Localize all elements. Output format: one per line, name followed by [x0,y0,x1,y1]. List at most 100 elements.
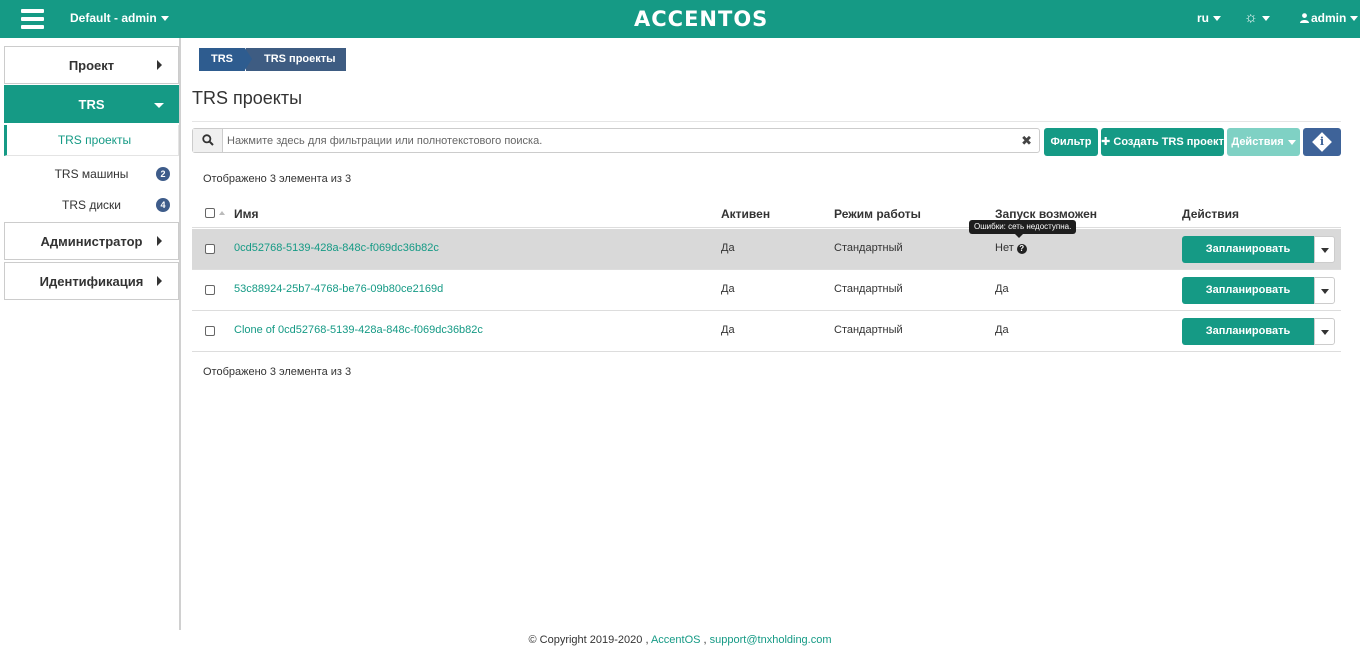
sidebar-subitem-label: TRS проекты [57,133,132,147]
mode-value: Стандартный [834,242,903,254]
filter-button[interactable]: Фильтр [1044,128,1098,156]
project-name-link[interactable]: Clone of 0cd52768-5139-428a-848c-f069dc3… [234,324,483,336]
chevron-right-icon [157,236,162,246]
plus-icon: ✚ [1101,136,1114,148]
divider [192,121,1341,122]
items-count-top: Отображено 3 элемента из 3 [203,173,352,185]
table-row: 53c88924-25b7-4768-be76-09b80ce2169d Да … [192,270,1341,323]
chevron-down-icon [1350,16,1359,22]
info-icon-glyph: i [1319,135,1325,148]
question-icon[interactable]: ? [1016,244,1027,254]
row-checkbox[interactable] [205,244,215,254]
breadcrumb: TRS TRS проекты [199,48,346,71]
error-tooltip: Ошибки: сеть недоступна. [969,220,1077,238]
user-menu[interactable]: admin [1300,11,1359,25]
language-selector[interactable]: ru [1197,11,1221,25]
chevron-down-icon [154,103,164,108]
sidebar-subitem-trs-projects[interactable]: TRS проекты [4,125,179,156]
user-name: admin [1311,11,1347,25]
launch-value: Да [995,324,1009,336]
sidebar: Проект TRS TRS проекты TRS машины 2 TRS д… [0,38,181,630]
column-header-name[interactable]: Имя [234,207,259,221]
row-checkbox[interactable] [205,326,215,336]
theme-settings[interactable]: ☼ [1244,9,1270,26]
sidebar-subitem-label: TRS диски [62,197,121,212]
copyright-text: © Copyright 2019-2020 , [528,634,649,646]
active-value: Да [721,242,735,254]
search-icon[interactable] [193,129,223,152]
column-header-active[interactable]: Активен [721,207,770,221]
count-badge: 2 [156,167,170,181]
schedule-action-button[interactable]: Запланировать действие [1182,236,1314,282]
chevron-down-icon [1321,248,1329,253]
mode-value: Стандартный [834,324,903,336]
mode-value: Стандартный [834,283,903,295]
accentos-link[interactable]: AccentOS [651,634,701,646]
clear-icon[interactable]: ✖ [1021,133,1032,149]
menu-toggle-icon[interactable] [21,9,44,29]
footer-separator: , [703,634,707,646]
count-badge: 4 [156,198,170,212]
create-button-label: Создать TRS проект [1113,136,1224,148]
schedule-action-button[interactable]: Запланировать действие [1182,277,1314,323]
chevron-down-icon [1213,16,1221,22]
items-count-bottom: Отображено 3 элемента из 3 [203,366,352,378]
brand-logo: ACCENTOS [634,7,769,31]
info-button[interactable]: i [1303,128,1341,156]
top-navbar: Default - admin ACCENTOS ru ☼ admin [0,0,1360,38]
project-selector-label: Default - admin [70,11,157,25]
schedule-action-button[interactable]: Запланировать действие [1182,318,1314,364]
chevron-down-icon [1261,15,1270,21]
search-bar: ✖ [192,128,1040,153]
column-header-launch[interactable]: Запуск возможен [995,207,1097,221]
table-row: 0cd52768-5139-428a-848c-f069dc36b82c Да … [192,229,1341,282]
row-actions-dropdown[interactable] [1314,277,1335,304]
launch-value: Нет? [995,242,1027,254]
row-actions-dropdown[interactable] [1314,236,1335,263]
actions-dropdown-button[interactable]: Действия [1227,128,1300,156]
breadcrumb-item-current: TRS проекты [245,48,346,71]
launch-value-text: Нет [995,242,1014,254]
launch-value: Да [995,283,1009,295]
chevron-down-icon [160,16,169,22]
table-header: Имя Активен Режим работы Запуск возможен… [192,200,1341,228]
sidebar-item-project[interactable]: Проект [4,46,179,84]
row-checkbox[interactable] [205,285,215,295]
sort-icon[interactable] [219,211,225,215]
project-selector[interactable]: Default - admin [70,11,169,25]
column-header-actions: Действия [1182,207,1240,221]
sidebar-item-label: Идентификация [39,273,144,289]
sidebar-item-label: Проект [68,57,115,73]
sidebar-item-label: TRS [78,96,105,112]
column-header-mode[interactable]: Режим работы [834,207,921,221]
sidebar-item-admin[interactable]: Администратор [4,222,179,260]
sidebar-item-label: Администратор [40,233,143,249]
actions-button-label: Действия [1231,136,1284,148]
chevron-right-icon [157,276,162,286]
support-email-link[interactable]: support@tnxholding.com [710,634,832,646]
active-value: Да [721,283,735,295]
sidebar-item-identity[interactable]: Идентификация [4,262,179,300]
project-name-link[interactable]: 53c88924-25b7-4768-be76-09b80ce2169d [234,283,443,295]
chevron-down-icon [1287,139,1296,145]
select-all-checkbox[interactable] [205,208,215,218]
sidebar-subitem-label: TRS машины [54,166,129,181]
sidebar-item-trs[interactable]: TRS [4,85,179,123]
language-label: ru [1197,11,1209,25]
chevron-right-icon [157,60,162,70]
chevron-down-icon [1321,330,1329,335]
breadcrumb-item-trs[interactable]: TRS [199,48,252,71]
table-row: Clone of 0cd52768-5139-428a-848c-f069dc3… [192,311,1341,364]
sidebar-subitem-trs-machines[interactable]: TRS машины 2 [4,158,179,189]
footer: © Copyright 2019-2020 , AccentOS , suppo… [0,634,1360,646]
sun-icon: ☼ [1244,9,1258,26]
search-input[interactable] [227,131,1017,150]
chevron-down-icon [1321,289,1329,294]
row-actions-dropdown[interactable] [1314,318,1335,345]
active-value: Да [721,324,735,336]
create-trs-project-button[interactable]: ✚ Создать TRS проект [1101,128,1224,156]
user-icon [1300,13,1309,23]
page-title: TRS проекты [192,88,303,108]
sidebar-subitem-trs-disks[interactable]: TRS диски 4 [4,189,179,220]
project-name-link[interactable]: 0cd52768-5139-428a-848c-f069dc36b82c [234,242,439,254]
